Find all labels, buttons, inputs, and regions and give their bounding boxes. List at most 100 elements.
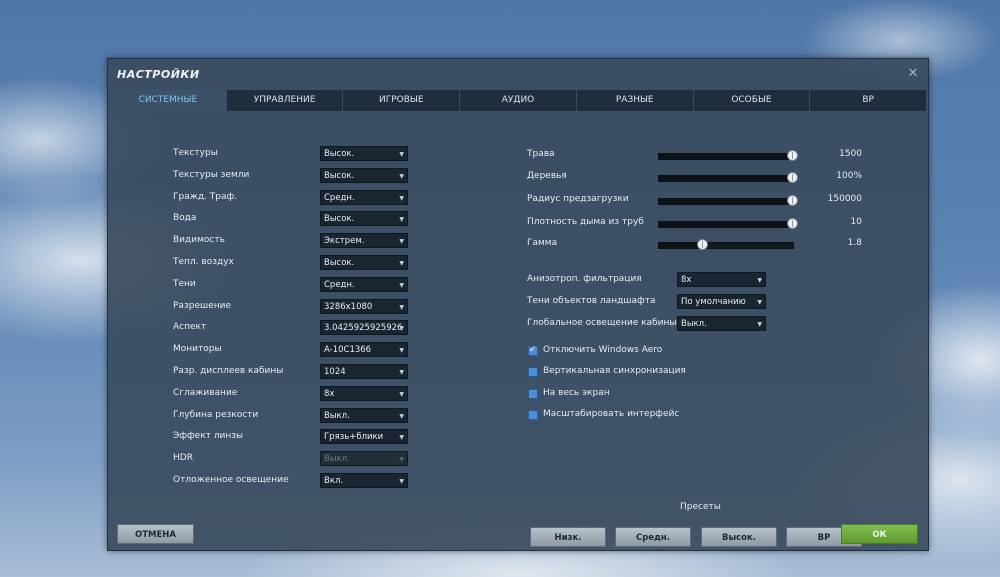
- setting-label: Тени: [173, 278, 196, 289]
- dropdown-value: Вкл.: [324, 476, 344, 486]
- tab-special[interactable]: ОСОБЫЕ: [693, 90, 811, 111]
- chevron-down-icon: ▼: [399, 238, 404, 246]
- setting-dropdown[interactable]: По умолчанию ▼: [677, 294, 766, 309]
- setting-dropdown[interactable]: Высок. ▼: [320, 255, 408, 270]
- slider-label: Трава: [527, 149, 555, 159]
- dropdown-value: Средн.: [324, 279, 355, 290]
- setting-label: Отложенное освещение: [173, 475, 289, 485]
- settings-window: НАСТРОЙКИ ✕ СИСТЕМНЫЕ УПРАВЛЕНИЕ ИГРОВЫЕ…: [107, 58, 929, 551]
- dropdown-value: Выкл.: [681, 319, 707, 329]
- slider-label: Гамма: [527, 238, 558, 248]
- slider-fill: [659, 154, 793, 159]
- settings-content: Текстуры Высок. ▼ Текстуры земли Высок. ▼ Граж…: [108, 111, 928, 547]
- dropdown-value: 3286x1080: [324, 301, 373, 312]
- chevron-down-icon: ▼: [399, 172, 404, 180]
- setting-dropdown[interactable]: Вкл. ▼: [320, 473, 408, 488]
- slider-value: 1.8: [847, 238, 862, 248]
- dropdown-value: Грязь+блики: [324, 432, 384, 443]
- checkbox[interactable]: ✓: [528, 345, 538, 356]
- setting-dropdown[interactable]: Выкл. ▼: [320, 407, 408, 423]
- chevron-down-icon: ▼: [399, 194, 404, 202]
- checkbox[interactable]: [528, 367, 538, 378]
- setting-dropdown[interactable]: 3286x1080 ▼: [320, 298, 408, 314]
- tab-audio[interactable]: АУДИО: [460, 90, 577, 111]
- checkbox[interactable]: [528, 409, 538, 420]
- tab-vr[interactable]: ВР: [810, 90, 927, 111]
- setting-dropdown: Выкл. ▼: [320, 451, 408, 467]
- setting-dropdown[interactable]: Средн. ▼: [320, 189, 408, 205]
- chevron-down-icon: ▼: [399, 303, 404, 311]
- setting-label: Глубина резкости: [173, 409, 259, 420]
- slider-track[interactable]: [658, 195, 798, 206]
- chevron-down-icon: ▼: [757, 299, 762, 306]
- dropdown-value: 3.0425925925926: [324, 323, 403, 334]
- slider-handle[interactable]: [787, 195, 798, 206]
- slider-label: Плотность дыма из труб: [527, 217, 644, 227]
- dropdown-value: Высок.: [324, 214, 355, 225]
- chevron-down-icon: ▼: [399, 478, 404, 485]
- setting-label: Глобальное освещение кабины: [527, 318, 677, 328]
- chevron-down-icon: ▼: [757, 277, 762, 284]
- tab-controls[interactable]: УПРАВЛЕНИЕ: [226, 90, 344, 111]
- dropdown-value: A-10C1366: [324, 345, 372, 356]
- checkmark-icon: ✓: [529, 345, 537, 355]
- setting-label: Аспект: [173, 322, 207, 333]
- setting-dropdown[interactable]: Высок. ▼: [320, 211, 408, 227]
- setting-dropdown[interactable]: Средн. ▼: [320, 276, 408, 292]
- dropdown-value: Высок.: [324, 170, 355, 181]
- slider-track[interactable]: [658, 239, 794, 250]
- setting-label: HDR: [173, 453, 193, 464]
- dropdown-value: Экстрем.: [324, 236, 365, 247]
- slider-value: 150000: [827, 194, 862, 204]
- setting-dropdown[interactable]: 8x ▼: [677, 272, 766, 287]
- dropdown-value: Выкл.: [324, 454, 350, 465]
- tab-system[interactable]: СИСТЕМНЫЕ: [110, 90, 227, 111]
- setting-label: Видимость: [173, 235, 225, 246]
- setting-dropdown[interactable]: 8x ▼: [320, 385, 408, 401]
- slider-track[interactable]: [658, 172, 798, 183]
- slider-track[interactable]: [658, 150, 798, 161]
- chevron-down-icon: ▼: [399, 347, 404, 355]
- slider-label: Деревья: [527, 171, 567, 181]
- slider-handle[interactable]: [787, 172, 798, 183]
- setting-label: Разр. дисплеев кабины: [173, 366, 284, 376]
- tab-misc[interactable]: РАЗНЫЕ: [576, 90, 694, 111]
- setting-label: Сглаживание: [173, 387, 238, 398]
- slider-handle[interactable]: [787, 150, 798, 161]
- checkbox[interactable]: [528, 388, 538, 399]
- preset-medium-button[interactable]: Средн.: [615, 527, 691, 547]
- chevron-down-icon: ▼: [757, 321, 762, 328]
- checkbox-label: На весь экран: [543, 387, 610, 398]
- slider-handle[interactable]: [787, 218, 798, 229]
- setting-dropdown[interactable]: 1024 ▼: [320, 364, 408, 379]
- cancel-button[interactable]: ОТМЕНА: [117, 524, 194, 544]
- dropdown-value: 8x: [681, 275, 692, 285]
- setting-label: Вода: [173, 213, 197, 224]
- chevron-down-icon: ▼: [399, 216, 404, 224]
- chevron-down-icon: ▼: [399, 456, 404, 464]
- setting-label: Гражд. Траф.: [173, 191, 238, 202]
- presets-title: Пресеты: [680, 502, 721, 512]
- setting-dropdown[interactable]: Высок. ▼: [320, 146, 408, 161]
- setting-label: Разрешение: [173, 300, 232, 311]
- tab-gameplay[interactable]: ИГРОВЫЕ: [343, 90, 461, 111]
- chevron-down-icon: ▼: [399, 151, 404, 158]
- setting-dropdown[interactable]: 3.0425925925926 ▼: [320, 320, 408, 336]
- slider-value: 10: [850, 217, 862, 227]
- ok-button[interactable]: ОК: [841, 524, 918, 544]
- chevron-down-icon: ▼: [399, 325, 404, 333]
- close-icon[interactable]: ✕: [906, 67, 920, 81]
- dropdown-value: Высок.: [324, 149, 355, 159]
- checkbox-label: Масштабировать интерфейс: [543, 408, 680, 419]
- setting-dropdown[interactable]: Экстрем. ▼: [320, 233, 408, 249]
- setting-dropdown[interactable]: A-10C1366 ▼: [320, 342, 408, 358]
- preset-high-button[interactable]: Высок.: [701, 527, 777, 547]
- slider-track[interactable]: [658, 218, 798, 229]
- setting-dropdown[interactable]: Выкл. ▼: [677, 316, 766, 331]
- preset-low-button[interactable]: Низк.: [530, 527, 606, 547]
- setting-dropdown[interactable]: Высок. ▼: [320, 167, 408, 183]
- slider-handle[interactable]: [697, 239, 709, 250]
- dropdown-value: 8x: [324, 388, 335, 399]
- setting-label: Текстуры земли: [173, 169, 250, 180]
- setting-dropdown[interactable]: Грязь+блики ▼: [320, 429, 408, 445]
